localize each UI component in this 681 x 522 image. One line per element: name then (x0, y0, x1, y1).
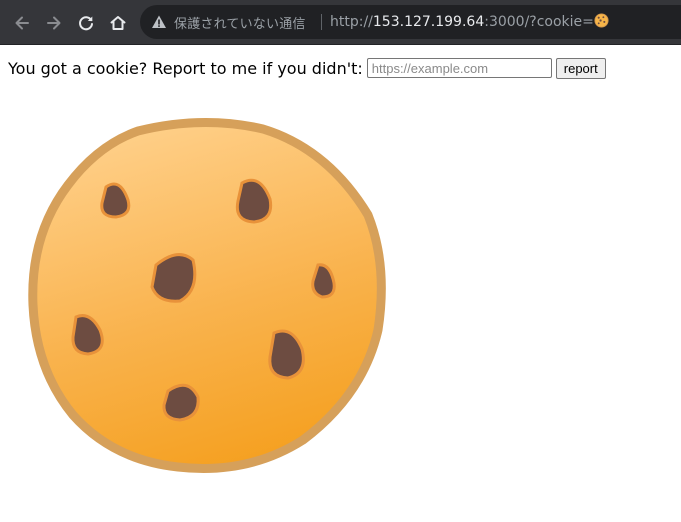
address-bar[interactable]: 保護されていない通信 http://153.127.199.64:3000/?c… (140, 5, 681, 39)
warning-icon[interactable] (151, 14, 167, 30)
forward-button[interactable] (40, 9, 68, 37)
url-scheme: http:// (330, 14, 373, 30)
arrow-right-icon (47, 16, 61, 30)
url-host: 153.127.199.64 (372, 14, 485, 30)
url-path: :3000/?cookie= (484, 14, 594, 30)
reload-button[interactable] (72, 9, 100, 37)
home-icon (110, 16, 126, 30)
report-form: You got a cookie? Report to me if you di… (8, 56, 606, 80)
back-button[interactable] (8, 9, 36, 37)
report-button[interactable]: report (555, 57, 606, 79)
home-button[interactable] (104, 9, 132, 37)
report-url-input[interactable] (366, 58, 552, 78)
cookie-image (28, 118, 386, 473)
arrow-left-icon (15, 16, 29, 30)
reload-icon (79, 16, 93, 31)
not-secure-label[interactable]: 保護されていない通信 (174, 13, 306, 32)
cookie-emoji-icon (594, 13, 609, 28)
browser-toolbar: 保護されていない通信 http://153.127.199.64:3000/?c… (0, 0, 681, 45)
url-text[interactable]: http://153.127.199.64:3000/?cookie= (330, 13, 609, 30)
omnibox-separator (321, 14, 322, 30)
report-prompt: You got a cookie? Report to me if you di… (8, 58, 363, 78)
